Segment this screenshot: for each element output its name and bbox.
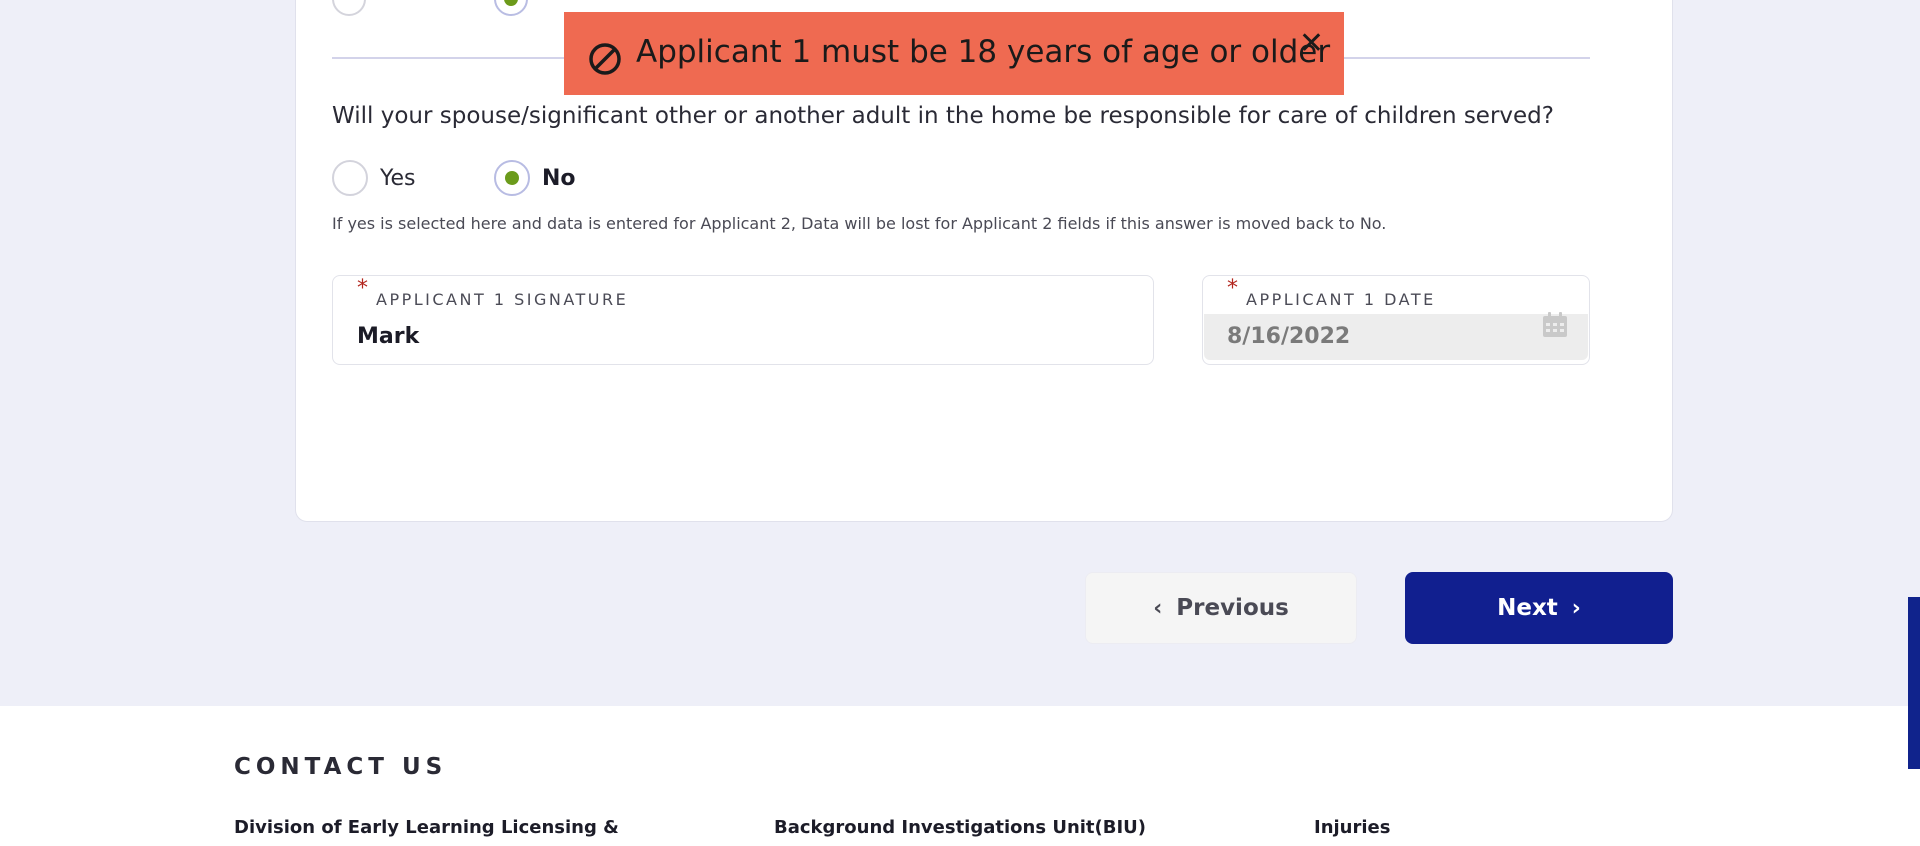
question-text: Will your spouse/significant other or an… [332,103,1554,129]
close-icon[interactable]: ✕ [1299,26,1324,61]
date-label: APPLICANT 1 DATE [1246,290,1436,309]
date-input-value: 8/16/2022 [1227,324,1351,349]
footer-column-biu[interactable]: Background Investigations Unit(BIU) [774,817,1146,838]
radio-no-label: No [542,165,576,191]
applicant-1-date-field: * APPLICANT 1 DATE 8/16/2022 [1202,275,1590,365]
applicant-1-signature-field[interactable]: * APPLICANT 1 SIGNATURE Mark [332,275,1154,365]
footer-column-licensing[interactable]: Division of Early Learning Licensing & [234,817,619,838]
chevron-left-icon: ‹ [1153,595,1163,621]
next-button-label: Next [1497,595,1558,621]
signature-label: APPLICANT 1 SIGNATURE [376,290,629,309]
footer-column-injuries[interactable]: Injuries [1314,817,1390,838]
contact-us-heading: CONTACT US [234,754,448,780]
radio-no[interactable]: No [494,160,576,196]
required-marker: * [357,276,368,301]
error-toast: Applicant 1 must be 18 years of age or o… [564,12,1344,95]
toast-message: Applicant 1 must be 18 years of age or o… [636,34,1331,70]
radio-no-circle[interactable] [494,160,530,196]
previous-question-radio-row [332,0,632,16]
radio-yes-label: Yes [380,165,416,191]
next-button[interactable]: Next › [1405,572,1673,644]
previous-button[interactable]: ‹ Previous [1085,572,1357,644]
previous-button-label: Previous [1176,595,1289,621]
radio-yes-circle[interactable] [332,160,368,196]
scrollbar-thumb[interactable] [1908,597,1920,769]
calendar-icon[interactable] [1541,311,1569,339]
radio-yes[interactable]: Yes [332,160,416,196]
chevron-right-icon: › [1571,595,1581,621]
footer: CONTACT US Division of Early Learning Li… [0,706,1920,846]
signature-input[interactable]: Mark [357,324,419,349]
scrollbar-track[interactable] [1908,0,1920,846]
required-marker: * [1227,276,1238,301]
responsible-adult-radio-group: Yes No [332,160,732,196]
data-loss-note: If yes is selected here and data is ente… [332,214,1387,233]
ban-icon [589,43,621,75]
